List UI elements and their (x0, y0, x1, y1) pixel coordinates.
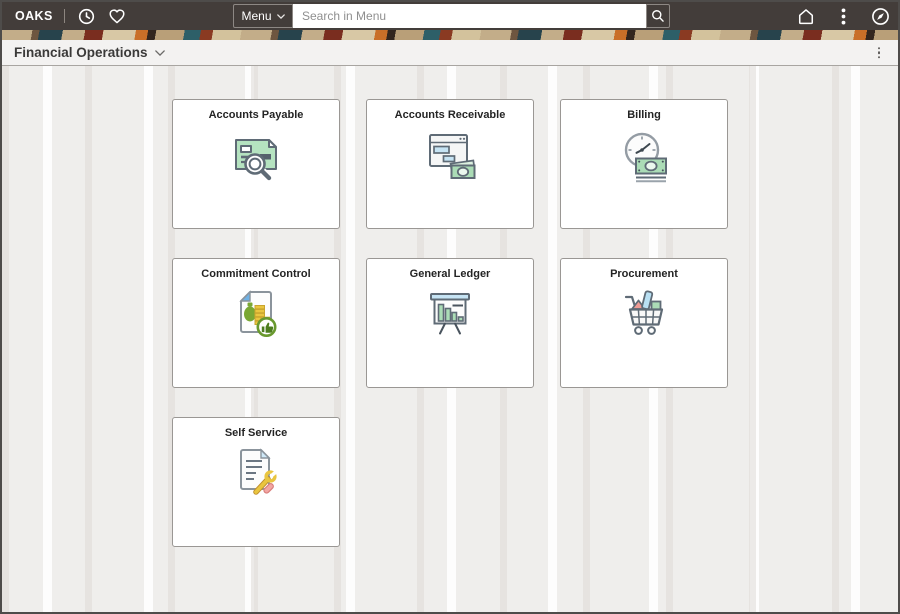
tile-label: General Ledger (409, 268, 491, 280)
self-service-icon (227, 444, 285, 502)
brand-logo[interactable]: OAKS (15, 9, 53, 23)
general-ledger-icon (421, 285, 479, 343)
accounts-payable-icon (227, 126, 285, 184)
page-header: Financial Operations (2, 40, 898, 66)
tile-commitment-control[interactable]: Commitment Control (172, 258, 340, 388)
kebab-menu-icon[interactable] (875, 44, 884, 62)
chevron-down-icon (276, 13, 285, 19)
tile-label: Billing (627, 109, 661, 121)
search-button[interactable] (646, 4, 670, 28)
actions-menu-icon[interactable] (832, 5, 854, 27)
menu-dropdown-button[interactable]: Menu (233, 4, 293, 28)
search-icon (652, 10, 664, 22)
global-search-group: Menu (233, 4, 670, 28)
tile-label: Procurement (610, 268, 678, 280)
topbar-right-actions (795, 2, 891, 30)
tile-grid: Accounts Payable Accounts Receivable Bil… (172, 99, 738, 547)
tile-general-ledger[interactable]: General Ledger (366, 258, 534, 388)
page-title: Financial Operations (14, 45, 148, 60)
tile-accounts-receivable[interactable]: Accounts Receivable (366, 99, 534, 229)
application-window: OAKS Menu Search in Menu Financial Opera… (0, 0, 900, 614)
tile-accounts-payable[interactable]: Accounts Payable (172, 99, 340, 229)
tile-billing[interactable]: Billing (560, 99, 728, 229)
favorites-icon[interactable] (106, 5, 128, 27)
navbar-compass-icon[interactable] (869, 5, 891, 27)
commitment-control-icon (227, 285, 285, 343)
tile-label: Self Service (224, 427, 288, 439)
chevron-down-icon (154, 49, 165, 56)
theme-banner (2, 30, 898, 40)
homepage-content: Accounts Payable Accounts Receivable Bil… (2, 66, 898, 612)
tile-label: Accounts Receivable (394, 109, 506, 121)
procurement-icon (615, 285, 673, 343)
divider (63, 9, 65, 23)
accounts-receivable-icon (421, 126, 479, 184)
tile-label: Accounts Payable (208, 109, 304, 121)
search-input[interactable] (293, 4, 646, 28)
tile-procurement[interactable]: Procurement (560, 258, 728, 388)
homepage-selector[interactable]: Financial Operations (14, 45, 165, 60)
home-icon[interactable] (795, 5, 817, 27)
tile-self-service[interactable]: Self Service (172, 417, 340, 547)
recent-items-icon[interactable] (76, 5, 98, 27)
global-top-bar: OAKS Menu (2, 2, 898, 30)
billing-icon (615, 126, 673, 184)
tile-label: Commitment Control (201, 268, 311, 280)
menu-button-label: Menu (241, 9, 272, 23)
